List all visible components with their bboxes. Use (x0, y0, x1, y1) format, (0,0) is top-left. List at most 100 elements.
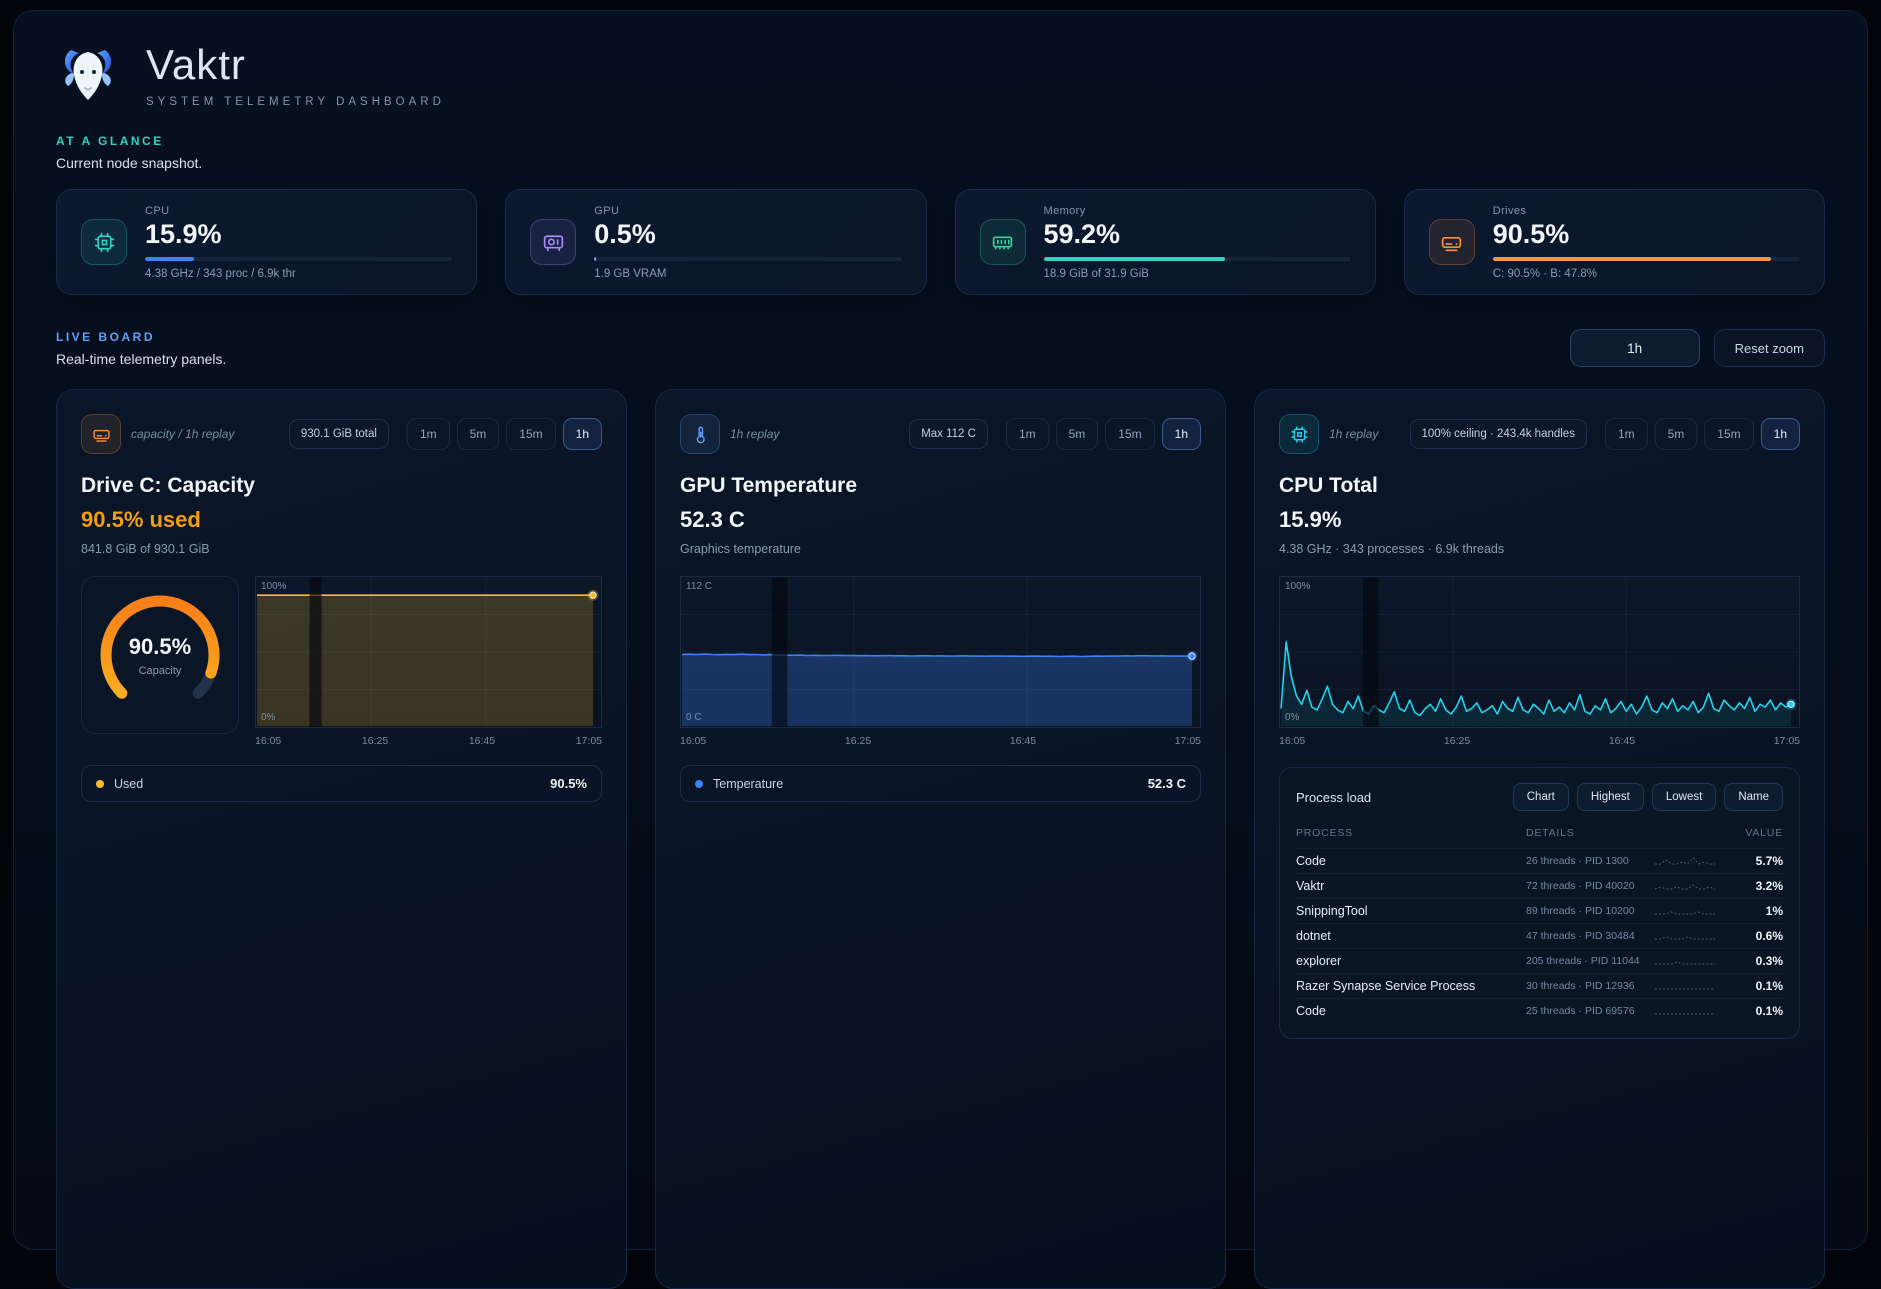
panel-subtitle: 841.8 GiB of 930.1 GiB (81, 542, 602, 556)
process-sparkline (1653, 979, 1729, 993)
chart-wrap: 100% 0% 16:0516:2516:4517:05 (1279, 576, 1800, 747)
legend-dot (96, 780, 104, 788)
panel-header: capacity / 1h replay 930.1 GiB total 1m5… (81, 414, 602, 454)
process-name: dotnet (1296, 929, 1526, 943)
stat-card-gpu: GPU0.5%1.9 GB VRAM (505, 189, 926, 295)
stat-info: Drives90.5%C: 90.5% · B: 47.8% (1493, 205, 1800, 280)
panel-title: Drive C: Capacity (81, 474, 602, 498)
stat-detail: 4.38 GHz / 343 proc / 6.9k thr (145, 268, 452, 280)
app-titles: Vaktr SYSTEM TELEMETRY DASHBOARD (146, 41, 445, 108)
panel-header: 1h replay 100% ceiling · 243.4k handles … (1279, 414, 1800, 454)
process-value: 3.2% (1729, 879, 1783, 893)
process-row[interactable]: SnippingTool89 threads · PID 102001% (1296, 898, 1783, 923)
process-name: Code (1296, 854, 1526, 868)
panel-value: 52.3 C (680, 507, 1201, 533)
stat-label: Memory (1044, 205, 1351, 217)
reset-zoom-button[interactable]: Reset zoom (1714, 329, 1825, 367)
process-sparkline (1653, 879, 1729, 893)
process-sparkline (1653, 904, 1729, 918)
y-axis-max: 112 C (686, 581, 712, 592)
process-table-body: Code26 threads · PID 13005.7%Vaktr72 thr… (1296, 848, 1783, 1023)
x-tick: 17:05 (1774, 735, 1800, 747)
range-15m[interactable]: 15m (1704, 418, 1753, 450)
process-value: 5.7% (1729, 854, 1783, 868)
stat-info: GPU0.5%1.9 GB VRAM (594, 205, 901, 280)
stat-label: CPU (145, 205, 452, 217)
panel-grid: capacity / 1h replay 930.1 GiB total 1m5… (56, 389, 1825, 1289)
process-sort-chart[interactable]: Chart (1513, 783, 1569, 811)
process-sort-highest[interactable]: Highest (1577, 783, 1644, 811)
capacity-gauge: 90.5% Capacity (81, 576, 239, 734)
process-load-header: Process load ChartHighestLowestName (1296, 783, 1783, 811)
x-axis: 16:0516:2516:4517:05 (680, 735, 1201, 747)
live-board-header: LIVE BOARD Real-time telemetry panels. 1… (56, 329, 1825, 367)
panel-tag: capacity / 1h replay (131, 427, 234, 441)
x-tick: 16:05 (1279, 735, 1305, 747)
column-header-process: PROCESS (1296, 827, 1526, 839)
range-15m[interactable]: 15m (506, 418, 555, 450)
stat-value: 0.5% (594, 219, 901, 250)
stat-label: Drives (1493, 205, 1800, 217)
process-value: 0.1% (1729, 1004, 1783, 1018)
process-row[interactable]: Vaktr72 threads · PID 400203.2% (1296, 873, 1783, 898)
panel-header: 1h replay Max 112 C 1m5m15m1h (680, 414, 1201, 454)
drive-capacity-chart[interactable]: 100% 0% (255, 576, 602, 728)
range-1h[interactable]: 1h (563, 418, 602, 450)
panel-tag: 1h replay (1329, 427, 1378, 441)
global-range-button[interactable]: 1h (1570, 329, 1700, 367)
cpu-icon (1279, 414, 1319, 454)
process-load-card: Process load ChartHighestLowestName PROC… (1279, 767, 1800, 1039)
stat-card-cpu: CPU15.9%4.38 GHz / 343 proc / 6.9k thr (56, 189, 477, 295)
stat-card-drives: Drives90.5%C: 90.5% · B: 47.8% (1404, 189, 1825, 295)
process-sort-lowest[interactable]: Lowest (1652, 783, 1716, 811)
x-tick: 16:25 (845, 735, 871, 747)
chart-svg (1280, 577, 1799, 727)
range-5m[interactable]: 5m (1056, 418, 1099, 450)
live-board-actions: 1h Reset zoom (1570, 329, 1825, 367)
panel-badge: Max 112 C (909, 419, 988, 449)
stat-card-memory: Memory59.2%18.9 GiB of 31.9 GiB (955, 189, 1376, 295)
x-tick: 16:45 (1609, 735, 1635, 747)
stat-detail: 1.9 GB VRAM (594, 268, 901, 280)
range-1h[interactable]: 1h (1761, 418, 1800, 450)
drive-icon (1429, 219, 1475, 265)
panel-drive-capacity: capacity / 1h replay 930.1 GiB total 1m5… (56, 389, 627, 1289)
stat-value: 90.5% (1493, 219, 1800, 250)
range-5m[interactable]: 5m (457, 418, 500, 450)
process-row[interactable]: Razer Synapse Service Process30 threads … (1296, 973, 1783, 998)
range-5m[interactable]: 5m (1655, 418, 1698, 450)
process-row[interactable]: dotnet47 threads · PID 304840.6% (1296, 923, 1783, 948)
range-1m[interactable]: 1m (407, 418, 450, 450)
column-header-details: DETAILS (1526, 827, 1673, 839)
process-sparkline (1653, 854, 1729, 868)
stat-info: Memory59.2%18.9 GiB of 31.9 GiB (1044, 205, 1351, 280)
live-board-label: LIVE BOARD (56, 330, 226, 344)
process-name: Razer Synapse Service Process (1296, 979, 1526, 993)
chart-wrap: 100% 0% 16:0516:2516:4517:05 (255, 576, 602, 747)
panel-value: 90.5% used (81, 507, 602, 533)
stat-card-grid: CPU15.9%4.38 GHz / 343 proc / 6.9k thrGP… (56, 189, 1825, 295)
x-tick: 16:45 (469, 735, 495, 747)
range-15m[interactable]: 15m (1105, 418, 1154, 450)
goat-logo (56, 43, 120, 107)
cpu-icon (81, 219, 127, 265)
process-sparkline (1653, 954, 1729, 968)
process-name: SnippingTool (1296, 904, 1526, 918)
range-1m[interactable]: 1m (1605, 418, 1648, 450)
stat-value: 59.2% (1044, 219, 1351, 250)
process-details: 205 threads · PID 11044 (1526, 955, 1653, 967)
x-tick: 16:05 (255, 735, 281, 747)
range-1m[interactable]: 1m (1006, 418, 1049, 450)
process-details: 30 threads · PID 12936 (1526, 980, 1653, 992)
process-value: 0.6% (1729, 929, 1783, 943)
gpu-temperature-chart[interactable]: 112 C 0 C (680, 576, 1201, 728)
process-row[interactable]: Code25 threads · PID 695760.1% (1296, 998, 1783, 1023)
range-1h[interactable]: 1h (1162, 418, 1201, 450)
process-row[interactable]: explorer205 threads · PID 110440.3% (1296, 948, 1783, 973)
process-row[interactable]: Code26 threads · PID 13005.7% (1296, 848, 1783, 873)
y-axis-max: 100% (261, 581, 287, 592)
range-selector: 1m5m15m1h (407, 418, 602, 450)
process-sort-name[interactable]: Name (1724, 783, 1783, 811)
cpu-total-chart[interactable]: 100% 0% (1279, 576, 1800, 728)
panel-cpu-total: 1h replay 100% ceiling · 243.4k handles … (1254, 389, 1825, 1289)
